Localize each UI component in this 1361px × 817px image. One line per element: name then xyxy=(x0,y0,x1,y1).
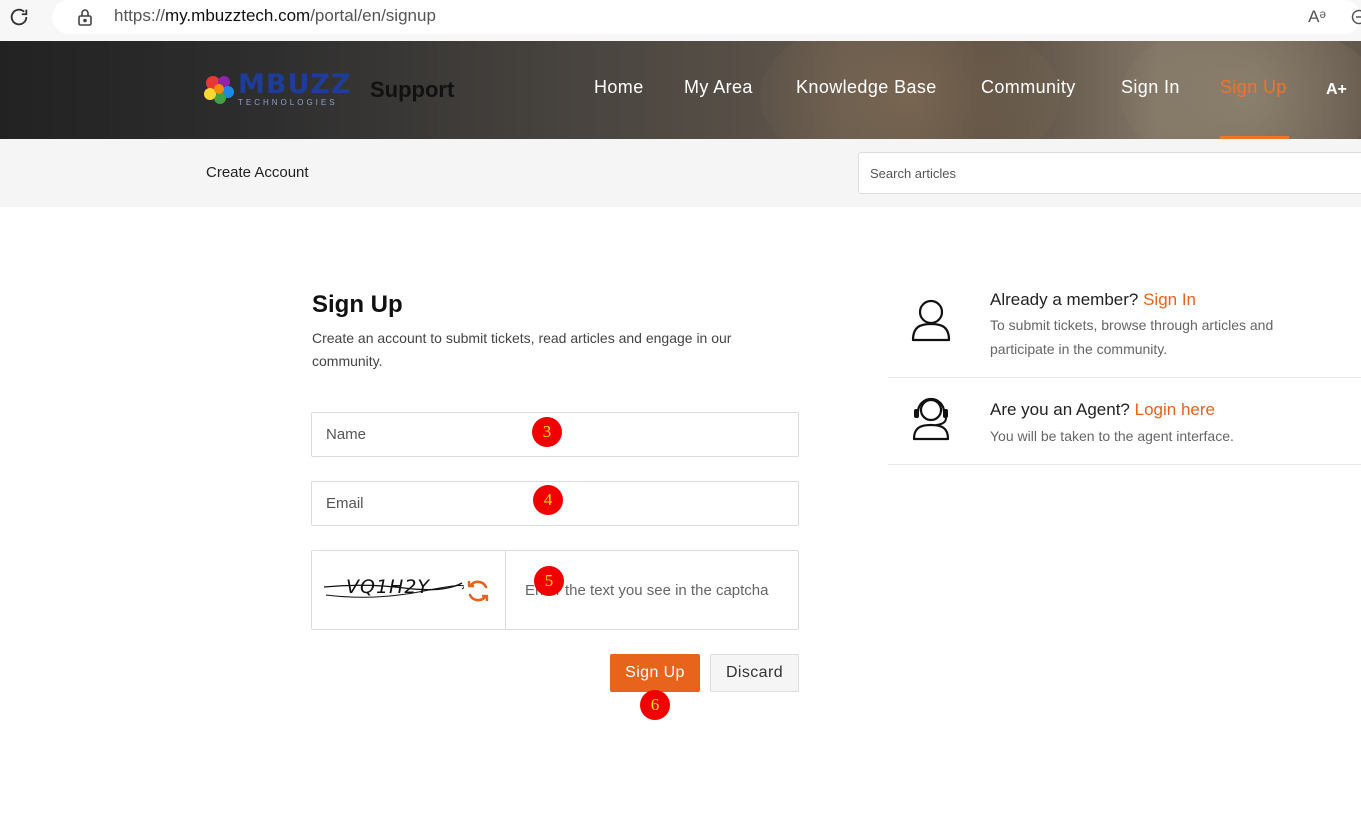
member-description: To submit tickets, browse through articl… xyxy=(990,317,1274,357)
headset-agent-icon xyxy=(912,397,950,441)
captcha-divider xyxy=(505,551,506,629)
annotation-marker: 5 xyxy=(534,566,564,596)
annotation-marker: 3 xyxy=(532,417,562,447)
login-here-link[interactable]: Login here xyxy=(1135,400,1215,419)
agent-title: Are you an Agent? Login here xyxy=(990,400,1215,419)
nav-knowledge-base[interactable]: Knowledge Base xyxy=(796,77,937,98)
main-nav: Home My Area Knowledge Base Community Si… xyxy=(0,41,1361,139)
nav-sign-in[interactable]: Sign In xyxy=(1121,77,1180,98)
zoom-icon[interactable] xyxy=(1348,6,1361,28)
url-text[interactable]: https://my.mbuzztech.com/portal/en/signu… xyxy=(114,6,436,26)
reload-icon[interactable] xyxy=(6,4,32,30)
nav-community[interactable]: Community xyxy=(981,77,1076,98)
page-title: Create Account xyxy=(206,164,309,181)
annotation-marker: 4 xyxy=(533,485,563,515)
nav-sign-up[interactable]: Sign Up xyxy=(1220,77,1287,98)
annotation-marker: 6 xyxy=(640,690,670,720)
sign-in-link[interactable]: Sign In xyxy=(1143,290,1196,309)
agent-description: You will be taken to the agent interface… xyxy=(990,428,1234,444)
discard-button[interactable]: Discard xyxy=(710,654,799,692)
sub-header: Create Account xyxy=(0,139,1361,207)
search-input[interactable] xyxy=(858,152,1361,194)
signup-heading: Sign Up xyxy=(312,291,403,318)
refresh-icon[interactable] xyxy=(464,577,492,605)
user-icon xyxy=(911,299,951,342)
nav-home[interactable]: Home xyxy=(594,77,644,98)
read-aloud-icon[interactable]: Aᵊ xyxy=(1304,4,1330,30)
accessibility-icon[interactable]: A+ xyxy=(1326,81,1347,99)
browser-address-bar: https://my.mbuzztech.com/portal/en/signu… xyxy=(0,0,1361,41)
captcha-image: VQ1H2Y xyxy=(324,576,464,598)
lock-icon[interactable] xyxy=(74,6,96,28)
member-info: Already a member? Sign In To submit tick… xyxy=(888,283,1361,378)
signup-description: Create an account to submit tickets, rea… xyxy=(312,330,732,369)
agent-info: Are you an Agent? Login here You will be… xyxy=(888,378,1361,465)
nav-my-area[interactable]: My Area xyxy=(684,77,753,98)
member-title: Already a member? Sign In xyxy=(990,290,1197,309)
sign-up-button[interactable]: Sign Up xyxy=(610,654,700,692)
